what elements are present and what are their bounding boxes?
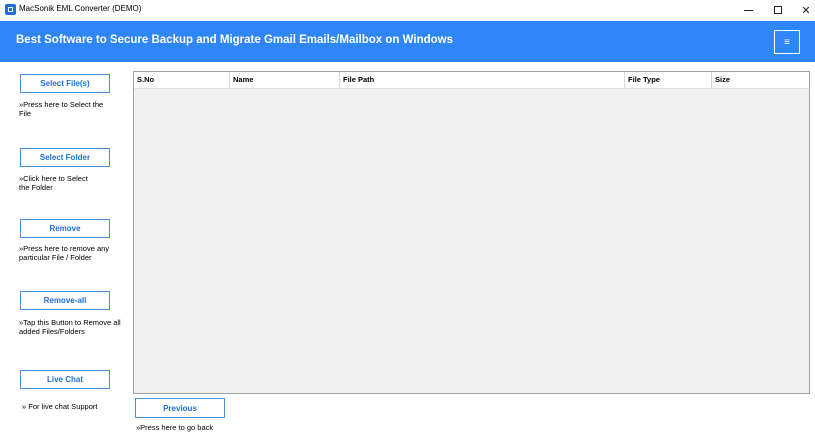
live-chat-button[interactable]: Live Chat [20,370,110,389]
minimize-icon [743,9,753,11]
minimize-button[interactable] [733,0,763,20]
column-header-sno[interactable]: S.No [134,72,230,88]
close-icon: ✕ [801,4,811,17]
table-header-row: S.No Name File Path File Type Size [134,72,809,89]
remove-all-button[interactable]: Remove-all [20,291,110,310]
window-titlebar: MacSonik EML Converter (DEMO) ✕ [0,0,815,20]
maximize-icon [774,6,782,14]
column-header-file-path[interactable]: File Path [340,72,625,88]
maximize-button[interactable] [763,0,793,20]
column-header-file-type[interactable]: File Type [625,72,712,88]
hamburger-icon: ≡ [784,36,790,48]
app-logo-icon [5,4,16,15]
banner-title: Best Software to Secure Backup and Migra… [16,34,453,46]
select-folder-hint: »Click here to Select the Folder [19,174,88,192]
file-table[interactable]: S.No Name File Path File Type Size [133,71,810,394]
remove-hint: »Press here to remove any particular Fil… [19,244,110,262]
select-files-hint: »Press here to Select the File [19,100,104,118]
select-files-button[interactable]: Select File(s) [20,74,110,93]
close-button[interactable]: ✕ [791,0,815,20]
menu-button[interactable]: ≡ [774,30,800,54]
previous-hint: »Press here to go back [136,423,214,432]
column-header-name[interactable]: Name [230,72,340,88]
live-chat-hint: » For live chat Support [22,402,98,411]
select-folder-button[interactable]: Select Folder [20,148,110,167]
header-banner: Best Software to Secure Backup and Migra… [0,21,815,62]
remove-all-hint: »Tap this Button to Remove all added Fil… [19,318,121,336]
window-title: MacSonik EML Converter (DEMO) [19,4,142,13]
remove-button[interactable]: Remove [20,219,110,238]
column-header-size[interactable]: Size [712,72,809,88]
previous-button[interactable]: Previous [135,398,225,418]
